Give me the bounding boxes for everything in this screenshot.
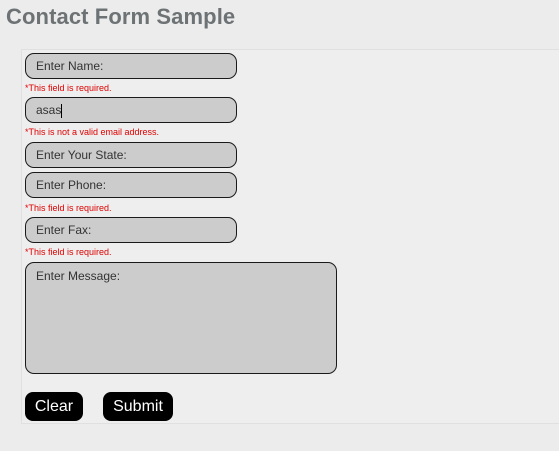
phone-field[interactable] (25, 172, 237, 198)
name-error: *This field is required. (25, 83, 112, 93)
message-field[interactable] (25, 262, 337, 374)
text-caret (61, 104, 62, 118)
page-title: Contact Form Sample (6, 4, 236, 29)
fax-error: *This field is required. (25, 247, 112, 257)
state-field[interactable] (25, 142, 237, 168)
email-field[interactable] (25, 97, 237, 123)
phone-error: *This field is required. (25, 203, 112, 213)
name-field[interactable] (25, 53, 237, 79)
clear-button[interactable]: Clear (25, 392, 83, 421)
submit-button[interactable]: Submit (103, 392, 173, 421)
fax-field[interactable] (25, 217, 237, 243)
email-error: *This is not a valid email address. (25, 127, 160, 137)
